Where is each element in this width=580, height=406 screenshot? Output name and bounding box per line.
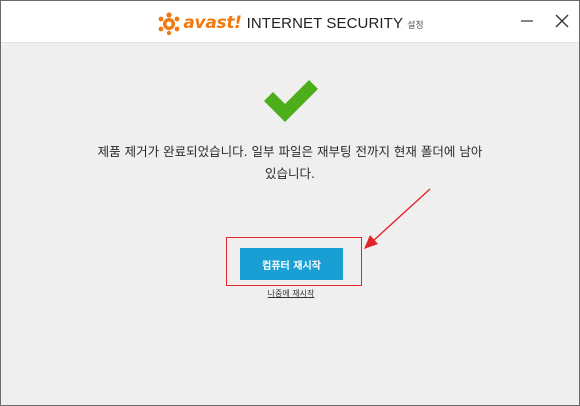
minimize-icon [521, 20, 533, 22]
message-line-2: 있습니다. [265, 166, 315, 181]
avast-logo-icon [158, 12, 180, 36]
close-button[interactable] [552, 11, 572, 31]
restart-later-link[interactable]: 나중에 재시작 [241, 288, 341, 299]
brand-name: avast! [183, 13, 242, 33]
window-subtitle: 설정 [407, 21, 424, 31]
completion-message: 제품 제거가 완료되었습니다. 일부 파일은 재부팅 전까지 현재 폴더에 남아… [41, 141, 539, 185]
checkmark-icon [264, 80, 318, 122]
minimize-button[interactable] [517, 11, 537, 31]
product-name: INTERNET SECURITY [246, 14, 404, 32]
message-line-1: 제품 제거가 완료되었습니다. 일부 파일은 재부팅 전까지 현재 폴더에 남아 [97, 144, 483, 159]
close-icon [555, 14, 569, 28]
red-arrow-icon [364, 188, 431, 249]
restart-computer-button[interactable]: 컴퓨터 재시작 [240, 248, 343, 280]
title-bar: avast! INTERNET SECURITY 설정 [1, 1, 579, 43]
window-title: avast! INTERNET SECURITY 설정 [1, 10, 579, 36]
installer-window: avast! INTERNET SECURITY 설정 제품 제거가 완료되었습… [0, 0, 580, 406]
